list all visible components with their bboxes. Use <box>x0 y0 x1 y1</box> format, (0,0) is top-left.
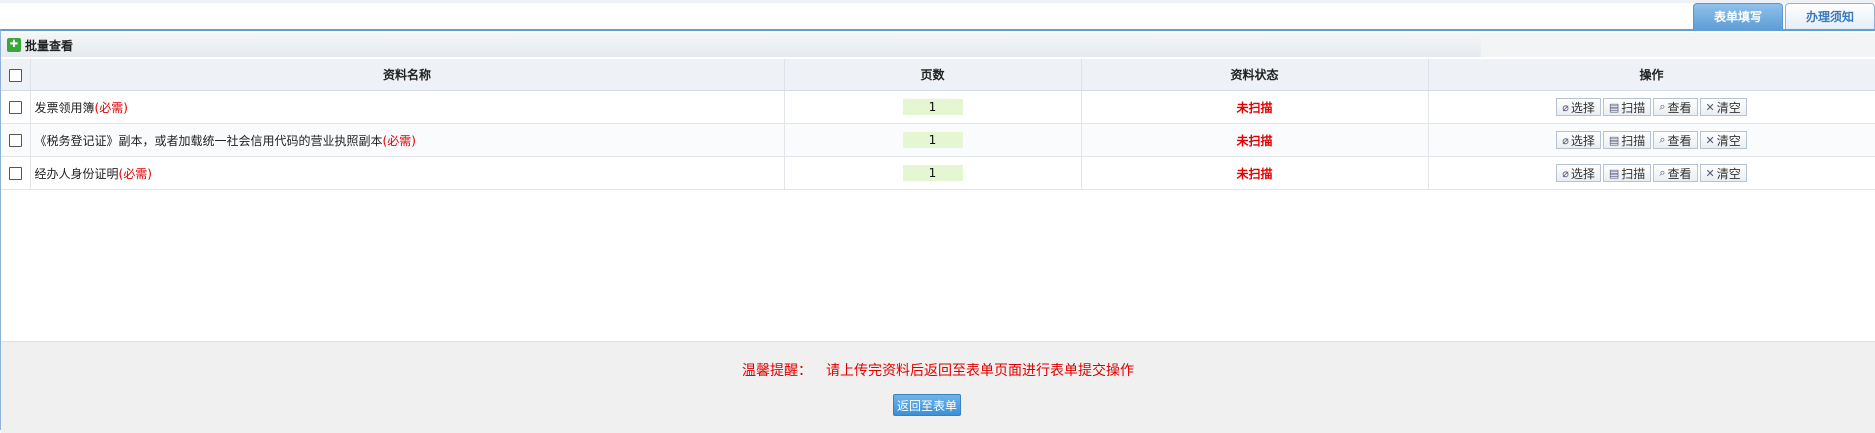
clear-button[interactable]: ✕ 清空 <box>1699 164 1747 182</box>
back-to-form-button[interactable]: 返回至表单 <box>893 394 961 416</box>
paperclip-icon: ⌀ <box>1562 100 1569 114</box>
table-header-row: 资料名称 页数 资料状态 操作 <box>1 59 1875 91</box>
close-icon: ✕ <box>1705 166 1715 180</box>
row-checkbox-cell <box>1 123 31 157</box>
row-checkbox[interactable] <box>8 134 22 147</box>
magnifier-icon: ⌕ <box>1659 100 1666 113</box>
clear-button[interactable]: ✕ 清空 <box>1699 131 1747 149</box>
material-name: 发票领用簿 <box>34 100 95 115</box>
view-button[interactable]: ⌕ 查看 <box>1653 164 1698 182</box>
material-name: 经办人身份证明 <box>34 166 119 181</box>
page-count: 1 <box>902 99 963 115</box>
required-tag: (必需) <box>382 133 416 148</box>
close-icon: ✕ <box>1705 133 1715 147</box>
pages-cell: 1 <box>784 156 1082 190</box>
select-all-checkbox[interactable] <box>8 68 22 82</box>
scanner-icon: ▤ <box>1608 133 1620 147</box>
scan-button[interactable]: ▤ 扫描 <box>1602 131 1652 149</box>
magnifier-icon: ⌕ <box>1659 166 1666 179</box>
clear-button[interactable]: ✕ 清空 <box>1699 98 1747 116</box>
scan-button[interactable]: ▤ 扫描 <box>1602 98 1652 116</box>
tab-instructions[interactable]: 办理须知 <box>1784 3 1875 29</box>
material-name-cell: 《税务登记证》副本，或者加载统一社会信用代码的营业执照副本(必需) <box>30 123 785 157</box>
status-cell: 未扫描 <box>1081 123 1429 157</box>
header-checkbox-cell <box>1 59 31 91</box>
select-button[interactable]: ⌀ 选择 <box>1556 131 1601 149</box>
reminder-tip: 温馨提醒： 请上传完资料后返回至表单页面进行表单提交操作 <box>1 360 1875 380</box>
header-name: 资料名称 <box>30 59 785 91</box>
toolbar: ✚ 批量查看 <box>1 33 1481 57</box>
add-icon[interactable]: ✚ <box>7 38 21 52</box>
page-count: 1 <box>902 132 963 148</box>
table-row: 发票领用簿(必需) 1 未扫描 ⌀ 选择 ▤ 扫描 ⌕ 查看 ✕ 清空 <box>1 90 1875 124</box>
row-checkbox-cell <box>1 156 31 190</box>
header-ops: 操作 <box>1428 59 1875 91</box>
material-name: 《税务登记证》副本，或者加载统一社会信用代码的营业执照副本 <box>34 133 383 148</box>
header-pages: 页数 <box>784 59 1082 91</box>
status-cell: 未扫描 <box>1081 90 1429 124</box>
footer-panel: 温馨提醒： 请上传完资料后返回至表单页面进行表单提交操作 返回至表单 <box>1 341 1875 433</box>
toolbar-filler <box>1481 33 1875 57</box>
status-cell: 未扫描 <box>1081 156 1429 190</box>
material-name-cell: 发票领用簿(必需) <box>30 90 785 124</box>
view-button[interactable]: ⌕ 查看 <box>1653 131 1698 149</box>
content-frame: ✚ 批量查看 资料名称 页数 资料状态 操作 发票领用簿(必需) 1 未扫描 ⌀… <box>0 29 1875 433</box>
magnifier-icon: ⌕ <box>1659 133 1666 146</box>
paperclip-icon: ⌀ <box>1562 133 1569 147</box>
top-strip <box>0 0 1875 3</box>
pages-cell: 1 <box>784 123 1082 157</box>
scanner-icon: ▤ <box>1608 166 1620 180</box>
tip-text: 请上传完资料后返回至表单页面进行表单提交操作 <box>826 363 1134 379</box>
row-checkbox[interactable] <box>8 101 22 114</box>
tab-bar: 表单填写 办理须知 <box>1692 3 1875 29</box>
table-row: 《税务登记证》副本，或者加载统一社会信用代码的营业执照副本(必需) 1 未扫描 … <box>1 123 1875 157</box>
ops-cell: ⌀ 选择 ▤ 扫描 ⌕ 查看 ✕ 清空 <box>1428 156 1875 190</box>
required-tag: (必需) <box>94 100 128 115</box>
page-count: 1 <box>902 165 963 181</box>
select-button[interactable]: ⌀ 选择 <box>1556 164 1601 182</box>
material-name-cell: 经办人身份证明(必需) <box>30 156 785 190</box>
tip-label: 温馨提醒： <box>742 363 812 379</box>
row-checkbox[interactable] <box>8 167 22 180</box>
ops-cell: ⌀ 选择 ▤ 扫描 ⌕ 查看 ✕ 清空 <box>1428 123 1875 157</box>
materials-table: 资料名称 页数 资料状态 操作 发票领用簿(必需) 1 未扫描 ⌀ 选择 ▤ 扫描 ⌕ 查 <box>1 59 1875 190</box>
ops-cell: ⌀ 选择 ▤ 扫描 ⌕ 查看 ✕ 清空 <box>1428 90 1875 124</box>
batch-view-button[interactable]: 批量查看 <box>25 37 73 54</box>
pages-cell: 1 <box>784 90 1082 124</box>
header-status: 资料状态 <box>1081 59 1429 91</box>
row-checkbox-cell <box>1 90 31 124</box>
select-button[interactable]: ⌀ 选择 <box>1556 98 1601 116</box>
scan-button[interactable]: ▤ 扫描 <box>1602 164 1652 182</box>
close-icon: ✕ <box>1705 100 1715 114</box>
table-row: 经办人身份证明(必需) 1 未扫描 ⌀ 选择 ▤ 扫描 ⌕ 查看 ✕ 清空 <box>1 156 1875 190</box>
scanner-icon: ▤ <box>1608 100 1620 114</box>
view-button[interactable]: ⌕ 查看 <box>1653 98 1698 116</box>
tab-form-fill[interactable]: 表单填写 <box>1692 3 1783 29</box>
required-tag: (必需) <box>118 166 152 181</box>
paperclip-icon: ⌀ <box>1562 166 1569 180</box>
